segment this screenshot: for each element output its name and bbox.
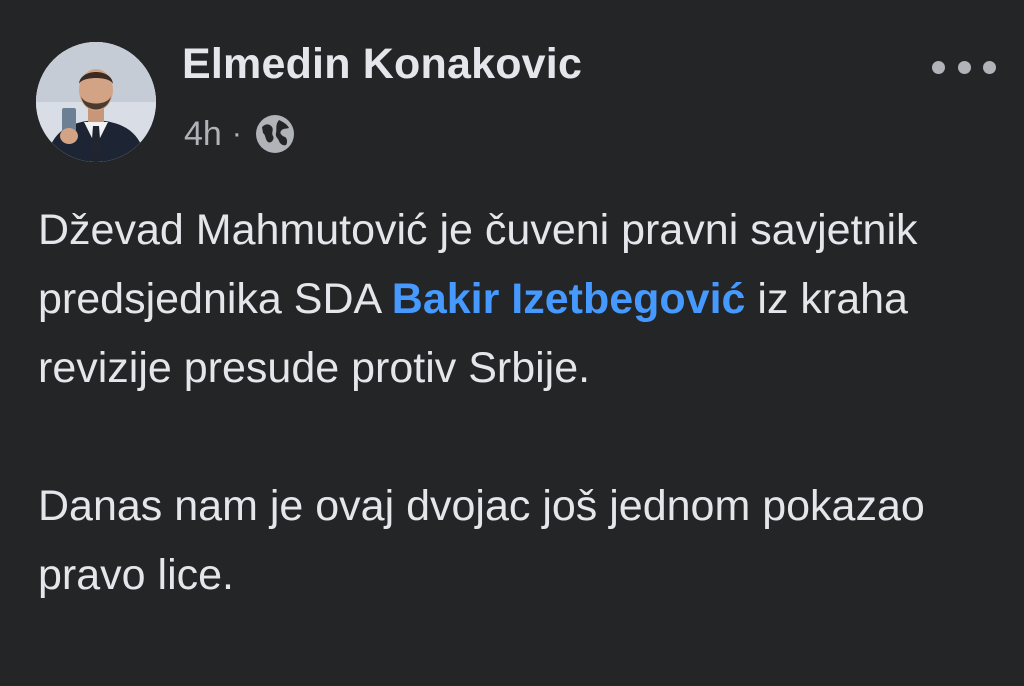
avatar-image [36, 42, 156, 162]
post-meta: 4h · [184, 110, 298, 158]
more-dot-icon [932, 60, 945, 74]
facebook-post: Elmedin Konakovic 4h · Dževad Mahmutović… [0, 0, 1024, 686]
author-name[interactable]: Elmedin Konakovic [182, 40, 582, 89]
post-timestamp[interactable]: 4h [184, 115, 222, 154]
post-paragraph-1: Dževad Mahmutović je čuveni pravni savje… [38, 196, 998, 403]
more-dot-icon [957, 60, 971, 74]
more-options-button[interactable] [932, 52, 996, 82]
mention-link[interactable]: Bakir Izetbegović [392, 275, 746, 323]
author-avatar[interactable] [36, 42, 156, 162]
more-dot-icon [983, 60, 996, 74]
globe-icon[interactable] [252, 111, 298, 157]
post-paragraph-2: Danas nam je ovaj dvojac još jednom poka… [38, 482, 925, 599]
meta-separator: · [231, 117, 242, 150]
post-body: Dževad Mahmutović je čuveni pravni savje… [38, 196, 998, 610]
